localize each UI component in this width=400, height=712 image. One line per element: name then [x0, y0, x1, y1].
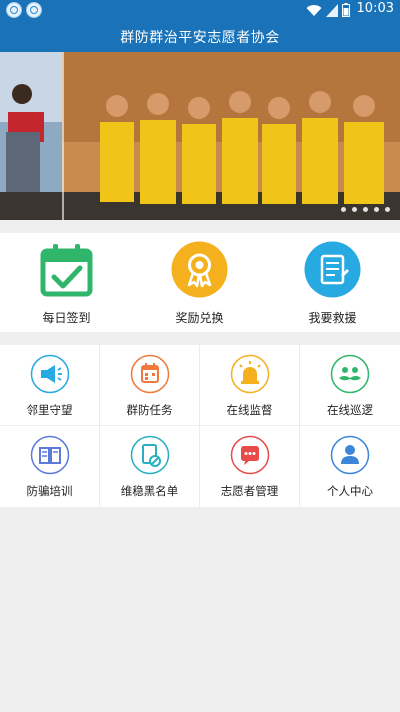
signal-icon: [326, 3, 338, 17]
award-ribbon-icon: [171, 241, 228, 298]
carousel-dot: [352, 207, 357, 212]
grid-item-label: 在线监督: [226, 403, 273, 417]
chat-bubble-icon: [230, 435, 270, 475]
grid-item-neighborhood-watch[interactable]: 邻里守望: [0, 345, 100, 426]
grid-item-group-tasks[interactable]: 群防任务: [100, 345, 200, 426]
task-calendar-icon: [130, 354, 170, 394]
grid-item-label: 防骗培训: [26, 484, 73, 498]
request-rescue-button[interactable]: 我要救援: [266, 233, 399, 332]
clock: 10:03: [356, 1, 394, 16]
app-bar: 群防群治平安志愿者协会: [0, 20, 400, 52]
feature-grid: 邻里守望 群防任务 在线监督 在线巡逻 防骗培训 维稳黑名单 志愿者管理 个人中…: [0, 345, 400, 507]
daily-checkin-label: 每日签到: [42, 311, 91, 325]
page-title: 群防群治平安志愿者协会: [120, 30, 280, 46]
carousel-dot: [363, 207, 368, 212]
grid-item-label: 在线巡逻: [327, 403, 373, 417]
status-icons: [306, 3, 350, 17]
battery-icon: [342, 3, 350, 17]
grid-item-volunteer-management[interactable]: 志愿者管理: [200, 426, 300, 507]
alarm-light-icon: [230, 354, 270, 394]
grid-item-label: 志愿者管理: [220, 484, 279, 498]
carousel-dot: [385, 207, 390, 212]
banner-photo: [0, 52, 400, 220]
banner-carousel[interactable]: [0, 52, 400, 220]
grid-item-personal-center[interactable]: 个人中心: [300, 426, 400, 507]
grid-item-fraud-training[interactable]: 防骗培训: [0, 426, 100, 507]
grid-item-online-patrol[interactable]: 在线巡逻: [300, 345, 400, 426]
reward-exchange-label: 奖励兑换: [175, 311, 224, 325]
blacklist-doc-icon: [130, 435, 170, 475]
megaphone-icon: [30, 354, 70, 394]
notification-app-icon: [6, 2, 22, 18]
quick-actions: 每日签到 奖励兑换 我要救援: [0, 233, 400, 332]
notification-app-icon: [26, 2, 42, 18]
status-bar: 10:03: [0, 0, 400, 20]
request-rescue-label: 我要救援: [308, 311, 357, 325]
grid-item-label: 群防任务: [126, 403, 173, 417]
grid-item-label: 维稳黑名单: [120, 484, 179, 498]
document-rescue-icon: [304, 241, 361, 298]
grid-item-label: 邻里守望: [26, 403, 73, 417]
reward-exchange-button[interactable]: 奖励兑换: [133, 233, 266, 332]
grid-item-online-supervision[interactable]: 在线监督: [200, 345, 300, 426]
patrol-mustache-icon: [330, 354, 370, 394]
carousel-indicator: [341, 207, 390, 212]
carousel-dot: [341, 207, 346, 212]
carousel-dot: [374, 207, 379, 212]
person-icon: [330, 435, 370, 475]
wifi-icon: [306, 4, 322, 16]
calendar-check-icon: [40, 244, 93, 297]
daily-checkin-button[interactable]: 每日签到: [0, 233, 133, 332]
book-icon: [30, 435, 70, 475]
grid-item-blacklist[interactable]: 维稳黑名单: [100, 426, 200, 507]
grid-item-label: 个人中心: [327, 484, 373, 498]
